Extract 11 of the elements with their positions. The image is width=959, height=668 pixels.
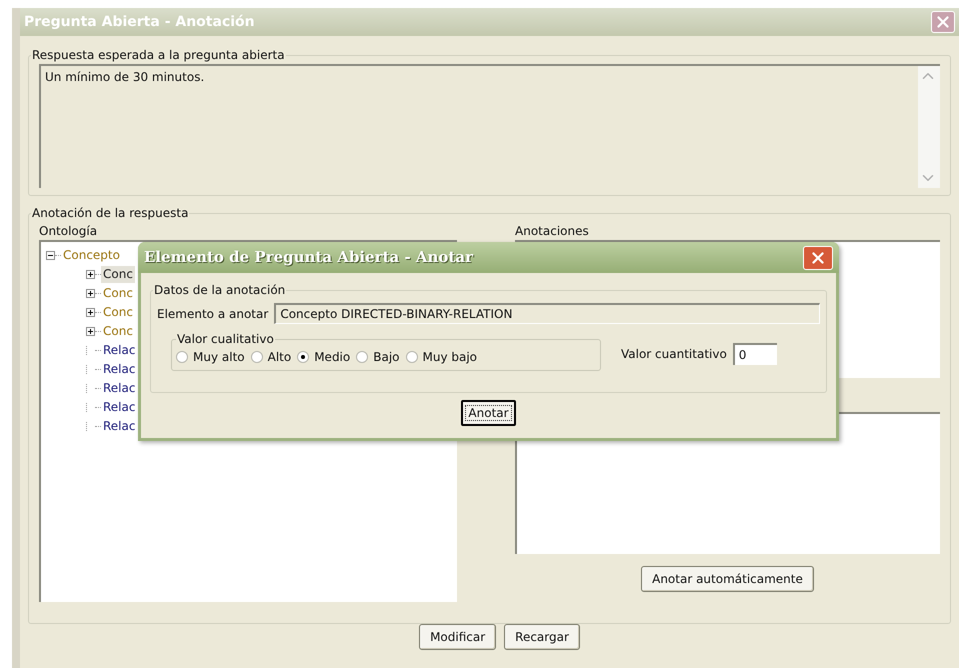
group-label: Anotación de la respuesta: [31, 205, 190, 222]
group-label: Respuesta esperada a la pregunta abierta: [31, 47, 286, 64]
ontology-label: Ontología: [39, 223, 98, 240]
quantitative-label: Valor cuantitativo: [621, 346, 727, 362]
element-label: Elemento a anotar: [157, 306, 268, 322]
answer-text: Un mínimo de 30 minutos.: [44, 69, 206, 86]
window-title: Pregunta Abierta - Anotación: [24, 12, 255, 32]
dialog-title: Elemento de Pregunta Abierta - Anotar: [144, 247, 473, 268]
group-label: Datos de la anotación: [153, 282, 286, 299]
annotations-label: Anotaciones: [515, 223, 590, 240]
group-label: Valor cualitativo: [176, 331, 275, 348]
